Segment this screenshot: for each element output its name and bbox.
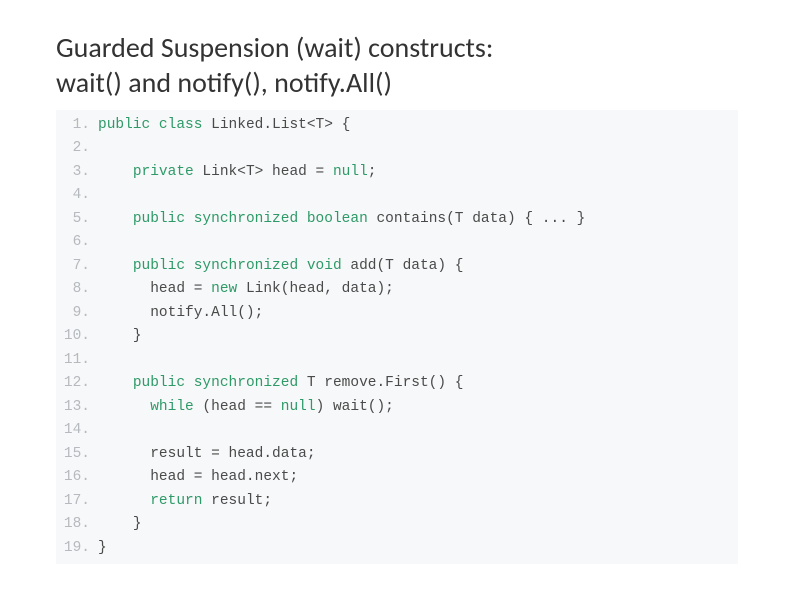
code-content: head = new Link(head, data); xyxy=(98,278,738,301)
line-number: 2. xyxy=(56,137,98,160)
line-number: 17. xyxy=(56,490,98,513)
code-line: 19.} xyxy=(56,537,738,560)
slide-title: Guarded Suspension (wait) constructs: wa… xyxy=(56,30,738,100)
code-content: public synchronized void add(T data) { xyxy=(98,255,738,278)
code-line: 9. notify.All(); xyxy=(56,302,738,325)
code-content: private Link<T> head = null; xyxy=(98,161,738,184)
code-line: 11. xyxy=(56,349,738,372)
code-content: public synchronized T remove.First() { xyxy=(98,372,738,395)
line-number: 5. xyxy=(56,208,98,231)
code-line: 7. public synchronized void add(T data) … xyxy=(56,255,738,278)
code-content: } xyxy=(98,513,738,536)
slide: Guarded Suspension (wait) constructs: wa… xyxy=(0,0,794,574)
line-number: 3. xyxy=(56,161,98,184)
code-line: 8. head = new Link(head, data); xyxy=(56,278,738,301)
code-line: 13. while (head == null) wait(); xyxy=(56,396,738,419)
line-number: 15. xyxy=(56,443,98,466)
line-number: 7. xyxy=(56,255,98,278)
code-block: 1.public class Linked.List<T> {2.3. priv… xyxy=(56,110,738,564)
line-number: 10. xyxy=(56,325,98,348)
code-line: 10. } xyxy=(56,325,738,348)
title-line-2: wait() and notify(), notify.All() xyxy=(56,65,392,100)
code-content: } xyxy=(98,537,738,560)
code-content: public synchronized boolean contains(T d… xyxy=(98,208,738,231)
line-number: 16. xyxy=(56,466,98,489)
line-number: 19. xyxy=(56,537,98,560)
code-line: 18. } xyxy=(56,513,738,536)
title-line-1: Guarded Suspension (wait) constructs: xyxy=(56,30,493,65)
code-line: 5. public synchronized boolean contains(… xyxy=(56,208,738,231)
line-number: 12. xyxy=(56,372,98,395)
code-line: 14. xyxy=(56,419,738,442)
line-number: 8. xyxy=(56,278,98,301)
line-number: 9. xyxy=(56,302,98,325)
line-number: 18. xyxy=(56,513,98,536)
code-content: } xyxy=(98,325,738,348)
line-number: 11. xyxy=(56,349,98,372)
line-number: 13. xyxy=(56,396,98,419)
code-line: 12. public synchronized T remove.First()… xyxy=(56,372,738,395)
code-line: 15. result = head.data; xyxy=(56,443,738,466)
code-line: 2. xyxy=(56,137,738,160)
code-content: result = head.data; xyxy=(98,443,738,466)
code-line: 1.public class Linked.List<T> { xyxy=(56,114,738,137)
code-line: 16. head = head.next; xyxy=(56,466,738,489)
code-line: 3. private Link<T> head = null; xyxy=(56,161,738,184)
code-line: 6. xyxy=(56,231,738,254)
line-number: 1. xyxy=(56,114,98,137)
code-content: head = head.next; xyxy=(98,466,738,489)
line-number: 14. xyxy=(56,419,98,442)
line-number: 6. xyxy=(56,231,98,254)
code-content: notify.All(); xyxy=(98,302,738,325)
code-content: return result; xyxy=(98,490,738,513)
code-line: 4. xyxy=(56,184,738,207)
code-content: public class Linked.List<T> { xyxy=(98,114,738,137)
line-number: 4. xyxy=(56,184,98,207)
code-content: while (head == null) wait(); xyxy=(98,396,738,419)
code-line: 17. return result; xyxy=(56,490,738,513)
